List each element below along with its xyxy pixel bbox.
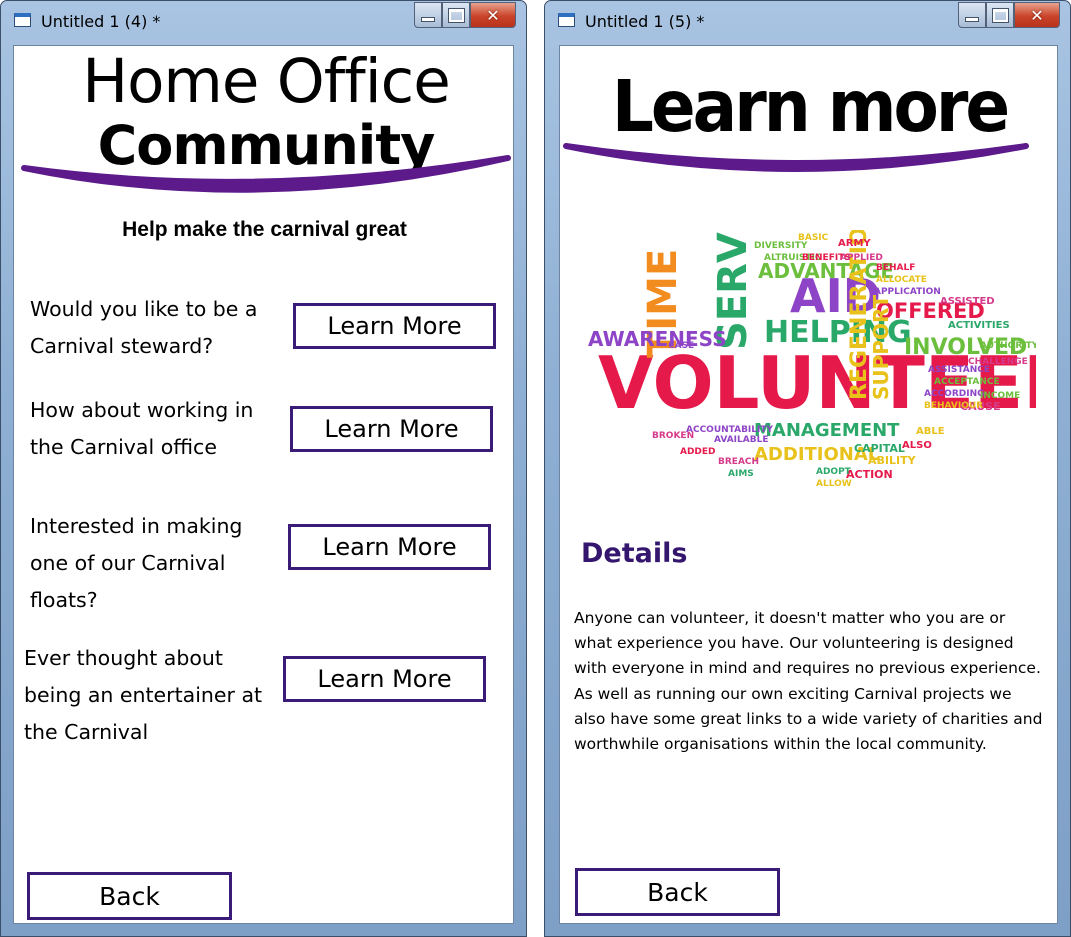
word-cloud-word: ARMY xyxy=(838,238,871,249)
logo-swoosh xyxy=(21,155,511,193)
titlebar[interactable]: Untitled 1 (4) * ✕ xyxy=(1,1,526,43)
word-cloud-word: INCOME xyxy=(980,391,1020,401)
window-title: Untitled 1 (5) * xyxy=(585,12,705,31)
question-office: How about working in the Carnival office xyxy=(30,398,254,459)
word-cloud-word: ADOPT xyxy=(816,467,852,477)
close-button[interactable]: ✕ xyxy=(1014,2,1060,28)
learn-more-button-entertainer[interactable]: Learn More xyxy=(283,656,486,702)
window-controls: ✕ xyxy=(958,2,1060,28)
word-cloud-word: BEHALF xyxy=(876,263,915,273)
word-cloud-word: ALLOCATE xyxy=(876,275,927,285)
question-entertainer: Ever thought about being an entertainer … xyxy=(24,646,263,744)
details-heading: Details xyxy=(581,538,688,569)
learn-more-button-floats[interactable]: Learn More xyxy=(288,524,491,570)
word-cloud-word: AWARENESS xyxy=(588,327,727,351)
maximize-icon xyxy=(447,7,465,23)
learn-more-button-office[interactable]: Learn More xyxy=(290,406,493,452)
minimize-button[interactable] xyxy=(414,2,442,28)
title-swoosh xyxy=(563,143,1029,172)
window-client-area: Home Office Community Help make the carn… xyxy=(13,45,514,924)
maximize-icon xyxy=(991,7,1009,23)
word-cloud-word: APPLICATION xyxy=(874,287,941,297)
window-app-icon[interactable] xyxy=(558,13,575,27)
window-untitled-5: Untitled 1 (5) * ✕ Learn more VOLUNTEER T… xyxy=(544,0,1071,937)
word-cloud-word: SUPPORT xyxy=(869,295,893,400)
question-steward: Would you like to be a Carnival steward? xyxy=(30,297,258,358)
close-icon: ✕ xyxy=(1030,5,1044,25)
word-cloud-word: ACTION xyxy=(846,468,893,481)
word-cloud-word: ALSO xyxy=(902,440,932,451)
word-cloud-word: AVAILABLE xyxy=(714,435,768,445)
word-cloud-word: ACCEPTANCE xyxy=(934,377,1000,387)
question-floats: Interested in making one of our Carnival… xyxy=(30,514,243,612)
word-cloud-word: AIMS xyxy=(728,469,754,479)
close-button[interactable]: ✕ xyxy=(470,2,516,28)
word-cloud-word: BEHAVIOUR xyxy=(924,401,983,411)
word-cloud-word: APPLIED xyxy=(840,253,883,263)
word-cloud-word: CASE xyxy=(668,341,694,351)
window-client-area: Learn more VOLUNTEER TIME SERVICES AID HELPI… xyxy=(559,45,1058,924)
maximize-button[interactable] xyxy=(442,2,470,28)
details-text: Anyone can volunteer, it doesn't matter … xyxy=(574,609,1043,754)
word-cloud-word: AUTHORITY xyxy=(980,341,1036,351)
window-app-icon[interactable] xyxy=(14,13,31,27)
word-cloud-word: ASSISTANCE xyxy=(928,365,990,375)
back-button[interactable]: Back xyxy=(27,872,232,920)
window-controls: ✕ xyxy=(414,2,516,28)
volunteer-word-cloud-image: VOLUNTEERTIME SERVICES AIDHELPINGADVANTAGE… xyxy=(588,230,1036,489)
back-button[interactable]: Back xyxy=(575,868,780,916)
word-cloud-word: ABILITY xyxy=(868,454,917,467)
word-cloud-word: ABLE xyxy=(916,426,945,437)
word-cloud-word: ACCORDING xyxy=(924,389,985,399)
word-cloud-word: ALLOW xyxy=(816,479,852,489)
minimize-button[interactable] xyxy=(958,2,986,28)
minimize-icon xyxy=(421,17,435,22)
word-cloud-word: BREACH xyxy=(718,457,759,467)
word-cloud-word: BASIC xyxy=(798,233,829,243)
word-cloud-word: ACTIVITIES xyxy=(948,320,1010,331)
window-title: Untitled 1 (4) * xyxy=(41,12,161,31)
close-icon: ✕ xyxy=(486,5,500,25)
word-cloud-word: ASSISTED xyxy=(940,296,995,307)
word-cloud-word: ADDED xyxy=(680,447,716,457)
page-subtitle: Help make the carnival great xyxy=(122,218,407,241)
word-cloud-word: MANAGEMENT xyxy=(754,420,900,441)
home-office-community-logo: Home Office Community xyxy=(18,46,513,202)
window-untitled-4: Untitled 1 (4) * ✕ Home Office Community… xyxy=(0,0,527,937)
maximize-button[interactable] xyxy=(986,2,1014,28)
learn-more-button-steward[interactable]: Learn More xyxy=(293,303,496,349)
word-cloud-word: ACCOUNTABILITY xyxy=(686,425,774,435)
word-cloud-word: BROKEN xyxy=(652,431,694,441)
minimize-icon xyxy=(965,17,979,22)
titlebar[interactable]: Untitled 1 (5) * ✕ xyxy=(545,1,1070,43)
